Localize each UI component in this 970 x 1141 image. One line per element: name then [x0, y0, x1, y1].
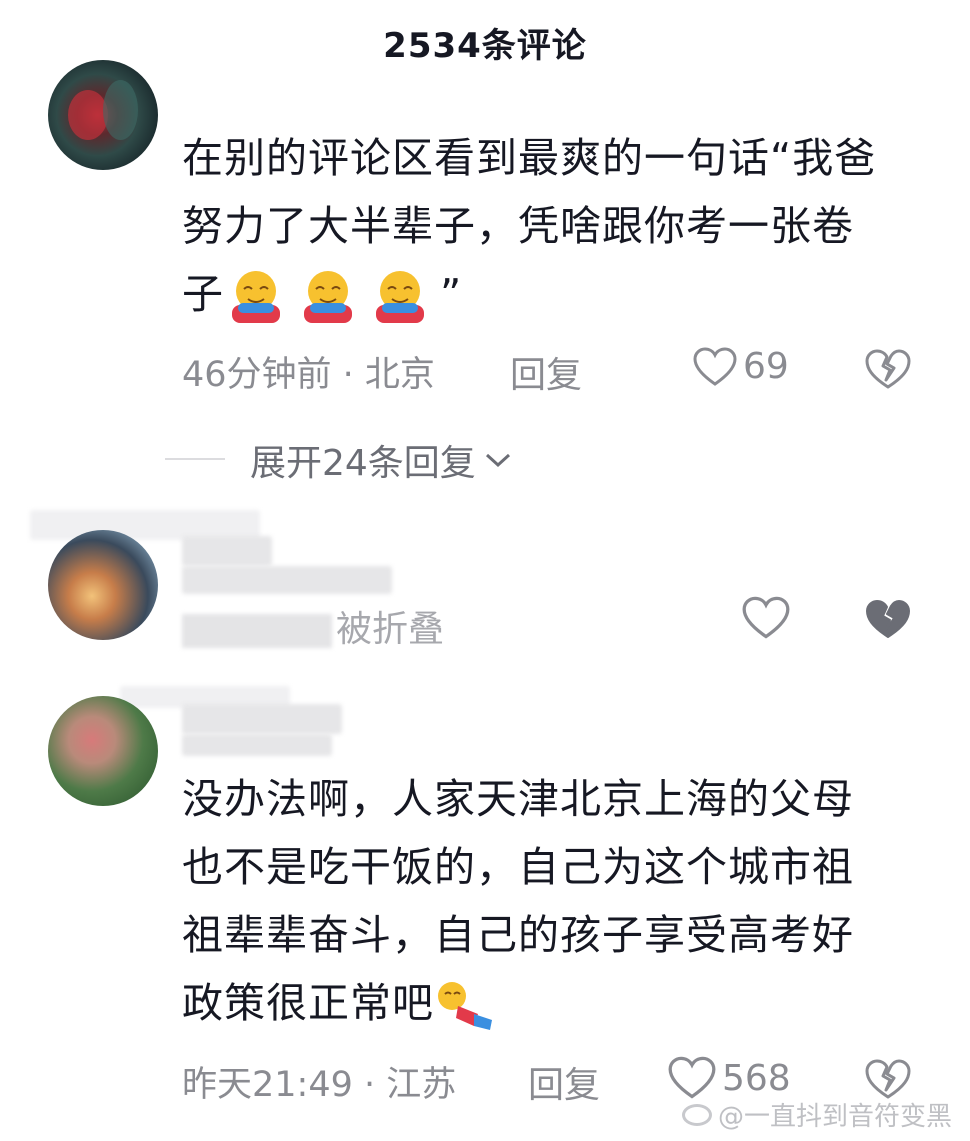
- heart-icon: [668, 1056, 716, 1099]
- dislike-button[interactable]: [864, 598, 912, 644]
- comment-time-location: 昨天21:49 · 江苏: [182, 1065, 457, 1105]
- comment-text: 在别的评论区看到最爽的一句话“我爸 努力了大半辈子，凭啥跟你考一张卷 子 ”: [182, 124, 942, 328]
- broken-heart-icon: [865, 1059, 911, 1099]
- mosaic-username: [182, 566, 392, 594]
- dislike-button[interactable]: [864, 348, 912, 394]
- avatar[interactable]: [48, 530, 158, 640]
- comment-text: 没办法啊，人家天津北京上海的父母 也不是吃干饭的，自己为这个城市祖 祖辈辈奋斗，…: [182, 765, 942, 1037]
- comment-time-location: 46分钟前 · 北京: [182, 355, 435, 395]
- avatar[interactable]: [48, 696, 158, 806]
- like-count: 568: [722, 1057, 791, 1099]
- mosaic-username: [182, 704, 342, 734]
- like-button[interactable]: [742, 596, 796, 640]
- collapsed-label: 被折叠: [182, 600, 444, 652]
- hugging-face-emoji: [232, 271, 280, 323]
- like-count: 69: [743, 346, 789, 387]
- like-button[interactable]: 69: [693, 346, 789, 387]
- heart-icon: [693, 346, 737, 386]
- heart-icon: [742, 596, 790, 639]
- hugging-face-emoji: [304, 271, 352, 323]
- comments-count-title: 2534条评论: [383, 26, 587, 66]
- watermark: @一直抖到音符变黑: [681, 1096, 952, 1133]
- broken-heart-icon: [865, 349, 911, 389]
- weibo-icon: [681, 1103, 712, 1126]
- avatar[interactable]: [48, 60, 158, 170]
- reply-button[interactable]: 回复: [510, 346, 582, 398]
- like-button[interactable]: 568: [668, 1056, 791, 1100]
- reply-button[interactable]: 回复: [528, 1056, 600, 1108]
- expand-replies-button[interactable]: 展开24条回复: [250, 434, 512, 486]
- mosaic-username: [182, 536, 272, 566]
- hugging-face-emoji: [376, 271, 424, 323]
- lying-down-emoji: [438, 982, 492, 1030]
- broken-heart-icon: [866, 600, 910, 638]
- divider: [165, 458, 225, 460]
- chevron-down-icon: [485, 453, 510, 468]
- mosaic-username: [182, 734, 332, 756]
